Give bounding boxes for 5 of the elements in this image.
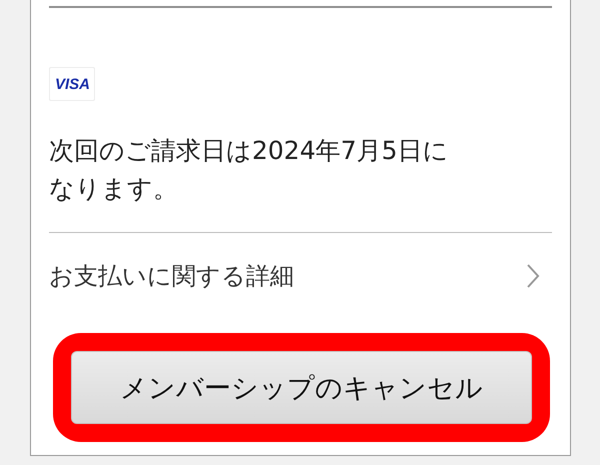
card-brand-logo: VISA: [49, 67, 95, 101]
cancel-membership-button[interactable]: メンバーシップのキャンセル: [71, 351, 532, 424]
chevron-right-icon: [526, 263, 540, 289]
payment-details-link[interactable]: お支払いに関する詳細: [31, 233, 570, 319]
billing-date-notice: 次回のご請求日は2024年7月5日になります。: [49, 135, 450, 205]
